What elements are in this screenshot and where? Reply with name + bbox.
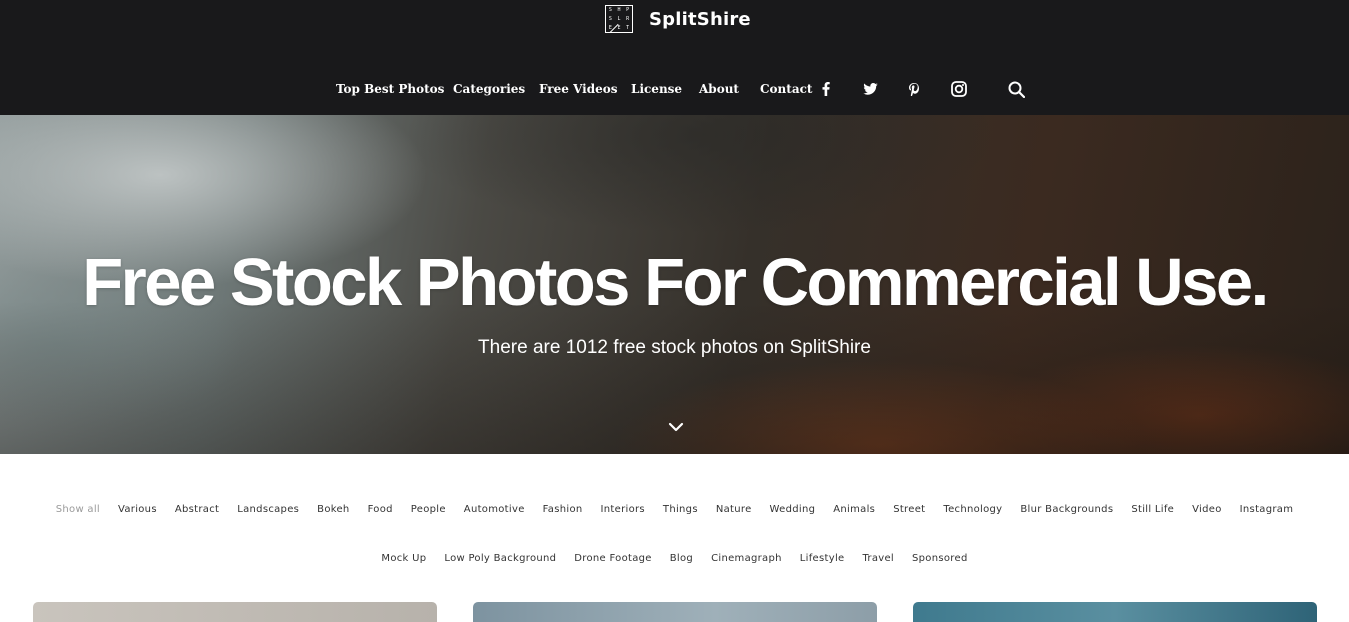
- nav-contact[interactable]: Contact: [760, 80, 812, 98]
- nav-top-best-photos[interactable]: Top Best Photos: [336, 80, 444, 98]
- main-nav: Top Best Photos Categories Free Videos L…: [0, 80, 1349, 98]
- filter-nature[interactable]: Nature: [716, 500, 752, 520]
- filter-people[interactable]: People: [411, 500, 446, 520]
- filter-landscapes[interactable]: Landscapes: [237, 500, 299, 520]
- filter-lifestyle[interactable]: Lifestyle: [800, 549, 845, 569]
- category-filters: Show all Various Abstract Landscapes Bok…: [0, 500, 1349, 569]
- twitter-icon[interactable]: [862, 80, 878, 98]
- logo-icon: S H P S L R E E T: [605, 5, 633, 34]
- logo-letter: S: [608, 16, 612, 22]
- filter-wedding[interactable]: Wedding: [770, 500, 816, 520]
- filter-automotive[interactable]: Automotive: [464, 500, 525, 520]
- filter-show-all[interactable]: Show all: [56, 500, 100, 520]
- filter-row: Show all Various Abstract Landscapes Bok…: [0, 500, 1349, 520]
- filter-video[interactable]: Video: [1192, 500, 1222, 520]
- filter-technology[interactable]: Technology: [943, 500, 1002, 520]
- chevron-down-icon[interactable]: [664, 417, 688, 437]
- hero-title: Free Stock Photos For Commercial Use.: [82, 245, 1269, 320]
- hero-subtitle: There are 1012 free stock photos on Spli…: [478, 337, 871, 358]
- nav-about[interactable]: About: [699, 80, 739, 98]
- logo-letter: H: [617, 7, 621, 13]
- filter-street[interactable]: Street: [893, 500, 925, 520]
- photo-card[interactable]: [473, 602, 877, 622]
- pinterest-icon[interactable]: [908, 80, 920, 98]
- filter-sponsored[interactable]: Sponsored: [912, 549, 968, 569]
- nav-categories[interactable]: Categories: [453, 80, 525, 98]
- filter-abstract[interactable]: Abstract: [175, 500, 219, 520]
- photo-card[interactable]: [33, 602, 437, 622]
- filter-drone-footage[interactable]: Drone Footage: [574, 549, 651, 569]
- filter-fashion[interactable]: Fashion: [543, 500, 583, 520]
- logo-letter: S: [608, 7, 612, 13]
- filter-cinemagraph[interactable]: Cinemagraph: [711, 549, 782, 569]
- brand-name: SplitShire: [649, 8, 751, 30]
- filter-blog[interactable]: Blog: [670, 549, 693, 569]
- filter-animals[interactable]: Animals: [833, 500, 875, 520]
- logo-letter: P: [626, 7, 630, 13]
- hero-banner: Free Stock Photos For Commercial Use. Th…: [0, 115, 1349, 454]
- filter-travel[interactable]: Travel: [862, 549, 894, 569]
- brand-logo-link[interactable]: S H P S L R E E T SplitShire: [605, 3, 751, 35]
- photo-card[interactable]: [913, 602, 1317, 622]
- filter-still-life[interactable]: Still Life: [1131, 500, 1174, 520]
- filter-interiors[interactable]: Interiors: [601, 500, 645, 520]
- filter-things[interactable]: Things: [663, 500, 698, 520]
- filter-various[interactable]: Various: [118, 500, 157, 520]
- nav-license[interactable]: License: [631, 80, 682, 98]
- logo-letter: R: [626, 16, 630, 22]
- filter-mock-up[interactable]: Mock Up: [381, 549, 426, 569]
- filter-food[interactable]: Food: [368, 500, 393, 520]
- filter-instagram[interactable]: Instagram: [1240, 500, 1294, 520]
- facebook-icon[interactable]: [820, 80, 832, 98]
- nav-free-videos[interactable]: Free Videos: [539, 80, 618, 98]
- logo-letter: L: [617, 16, 621, 22]
- instagram-icon[interactable]: [950, 80, 968, 98]
- filter-row: Mock Up Low Poly Background Drone Footag…: [0, 549, 1349, 569]
- filter-bokeh[interactable]: Bokeh: [317, 500, 349, 520]
- filter-blur-backgrounds[interactable]: Blur Backgrounds: [1020, 500, 1113, 520]
- search-icon[interactable]: [1007, 80, 1025, 98]
- logo-letter: T: [626, 25, 630, 31]
- site-header: S H P S L R E E T SplitShire Top Best Ph…: [0, 0, 1349, 115]
- filter-low-poly-background[interactable]: Low Poly Background: [444, 549, 556, 569]
